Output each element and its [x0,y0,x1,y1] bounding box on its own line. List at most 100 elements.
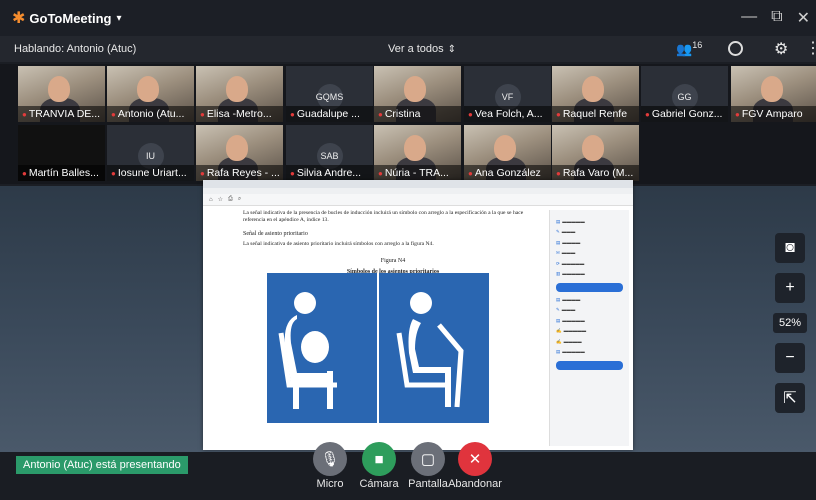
muted-mic-icon: ● [468,110,473,119]
participant-name-text: Núria - TRA... [384,167,449,179]
participant-video [48,76,70,102]
leave-button[interactable]: ✕ Abandonar [442,442,508,490]
muted-mic-icon: ● [290,169,295,178]
participant-name: ● Vea Folch, A... [464,106,551,122]
muted-mic-icon: ● [111,110,116,119]
muted-mic-icon: ● [111,169,116,178]
pdf-tool-row: ▤ ▬▬▬▬ [556,239,581,245]
gear-icon[interactable]: ⚙ [774,39,788,59]
participant-name-text: Iosune Uriart... [117,167,187,179]
participant-name: ● Rafa Varo (M... [552,165,639,181]
participant-tile[interactable]: SAB ● Silvia Andre... [286,125,373,181]
title-bar: ✱ GoToMeeting ▾ — ⧉ ✕ [0,0,816,36]
muted-mic-icon: ● [200,169,205,178]
participant-tile[interactable]: VF ● Vea Folch, A... [464,66,551,122]
zoom-out-button[interactable]: − [775,343,805,373]
app-title[interactable]: GoToMeeting [29,11,111,26]
participant-name: ● Antonio (Atu... [107,106,194,122]
participant-name: ● Elisa -Metro... [196,106,283,122]
pdf-tool-row: ✍ ▬▬▬▬ [556,338,582,344]
participant-tile[interactable]: ● Antonio (Atu... [107,66,194,122]
restore-button[interactable]: ⧉ [771,8,782,28]
bottom-control-bar: Antonio (Atuc) está presentando 🎙 Micro … [0,442,816,500]
people-icon: 👥 [676,41,693,57]
more-options-icon[interactable]: ⋮ [805,38,816,58]
participant-video [404,135,426,161]
leave-label: Abandonar [448,478,502,490]
participant-name-text: TRANVIA DE... [28,108,101,120]
meeting-info-bar: Hablando: Antonio (Atuc) Ver a todos ⇕ 👥1… [0,36,816,62]
participant-tile[interactable]: ● Martín Balles... [18,125,105,181]
participant-name: ● TRANVIA DE... [18,106,105,122]
participant-name-text: Gabriel Gonz... [651,108,723,120]
doc-paragraph-1: La señal indicativa de la presencia de b… [243,210,524,223]
muted-mic-icon: ● [200,110,205,119]
pdf-tool-row: ▤ ▬▬▬▬ [556,296,581,302]
zoom-in-button[interactable]: + [775,273,805,303]
minimize-button[interactable]: — [741,8,757,28]
close-button[interactable]: ✕ [797,8,810,28]
video-strip: ● TRANVIA DE... ● Antonio (Atu... ● Elisa -Me… [0,64,816,184]
microphone-icon: 🎙 [313,442,347,476]
chat-icon[interactable] [728,41,743,56]
zoom-level: 52% [772,313,808,333]
doc-page: La señal indicativa de la presencia de b… [243,210,543,450]
participant-tile[interactable]: ● Rafa Varo (M... [552,125,639,181]
doc-print-icon: ⎙ [228,196,233,202]
participant-name-text: Raquel Renfe [562,108,628,120]
stage-tools: ◙ + 52% − ⇱ [771,233,809,413]
participant-tile[interactable]: ● Elisa -Metro... [196,66,283,122]
gotomeeting-logo-icon: ✱ [12,10,26,27]
muted-mic-icon: ● [735,110,740,119]
pdf-tool-row: ✎ ▬▬▬ [556,307,576,312]
participant-count: 16 [692,40,703,50]
participant-name-text: Ana González [474,167,541,179]
view-all-toggle[interactable]: Ver a todos ⇕ [388,43,456,55]
camera-snapshot-icon[interactable]: ◙ [775,233,805,263]
pdf-tool-row: ⟳ ▬▬▬▬▬ [556,260,585,266]
participant-tile[interactable]: ● Rafa Reyes - ... [196,125,283,181]
leave-icon: ✕ [458,442,492,476]
participant-video [226,135,248,161]
participant-name-text: Silvia Andre... [296,167,362,179]
pdf-tool-row: ▤ ▬▬▬▬▬ [556,218,585,224]
participant-name-text: Martín Balles... [28,167,99,179]
muted-mic-icon: ● [645,110,650,119]
muted-mic-icon: ● [556,169,561,178]
participant-tile[interactable]: GG ● Gabriel Gonz... [641,66,728,122]
muted-mic-icon: ● [468,169,473,178]
doc-browser-tabs [203,180,633,188]
participant-name: ● Cristina [374,106,461,122]
participant-name-text: Cristina [384,108,421,120]
view-all-caret-icon: ⇕ [447,44,457,55]
doc-search-icon: ⌕ [237,196,242,202]
participant-video [582,76,604,102]
participant-tile[interactable]: ● Cristina [374,66,461,122]
participant-tile[interactable]: ● Núria - TRA... [374,125,461,181]
participant-tile[interactable]: ● Raquel Renfe [552,66,639,122]
participant-video [226,76,248,102]
muted-mic-icon: ● [378,169,383,178]
muted-mic-icon: ● [378,110,383,119]
pdf-tool-row: ▥ ▬▬▬▬▬ [556,271,585,276]
participant-name-text: Elisa -Metro... [206,108,272,120]
popout-icon[interactable]: ⇱ [775,383,805,413]
participant-name: ● Núria - TRA... [374,165,461,181]
participant-tile[interactable]: ● FGV Amparo [731,66,816,122]
participant-video [137,76,159,102]
participants-button[interactable]: 👥16 [676,40,702,57]
participant-tile[interactable]: GQMS ● Guadalupe ... [286,66,373,122]
app-menu-caret-icon[interactable]: ▾ [117,13,122,24]
participant-video [404,76,426,102]
participant-name-text: Rafa Varo (M... [562,167,634,179]
muted-mic-icon: ● [22,110,27,119]
window-controls: — ⧉ ✕ [741,8,810,28]
participant-tile[interactable]: ● Ana González [464,125,551,181]
pdf-tool-row: ✉ ▬▬▬ [556,250,576,255]
participant-tile[interactable]: IU ● Iosune Uriart... [107,125,194,181]
camera-icon: ■ [362,442,396,476]
participant-tile[interactable]: ● TRANVIA DE... [18,66,105,122]
doc-heading: Señal de asiento prioritario [243,231,308,237]
participant-name: ● Rafa Reyes - ... [196,165,283,181]
participant-name-text: Vea Folch, A... [474,108,543,120]
